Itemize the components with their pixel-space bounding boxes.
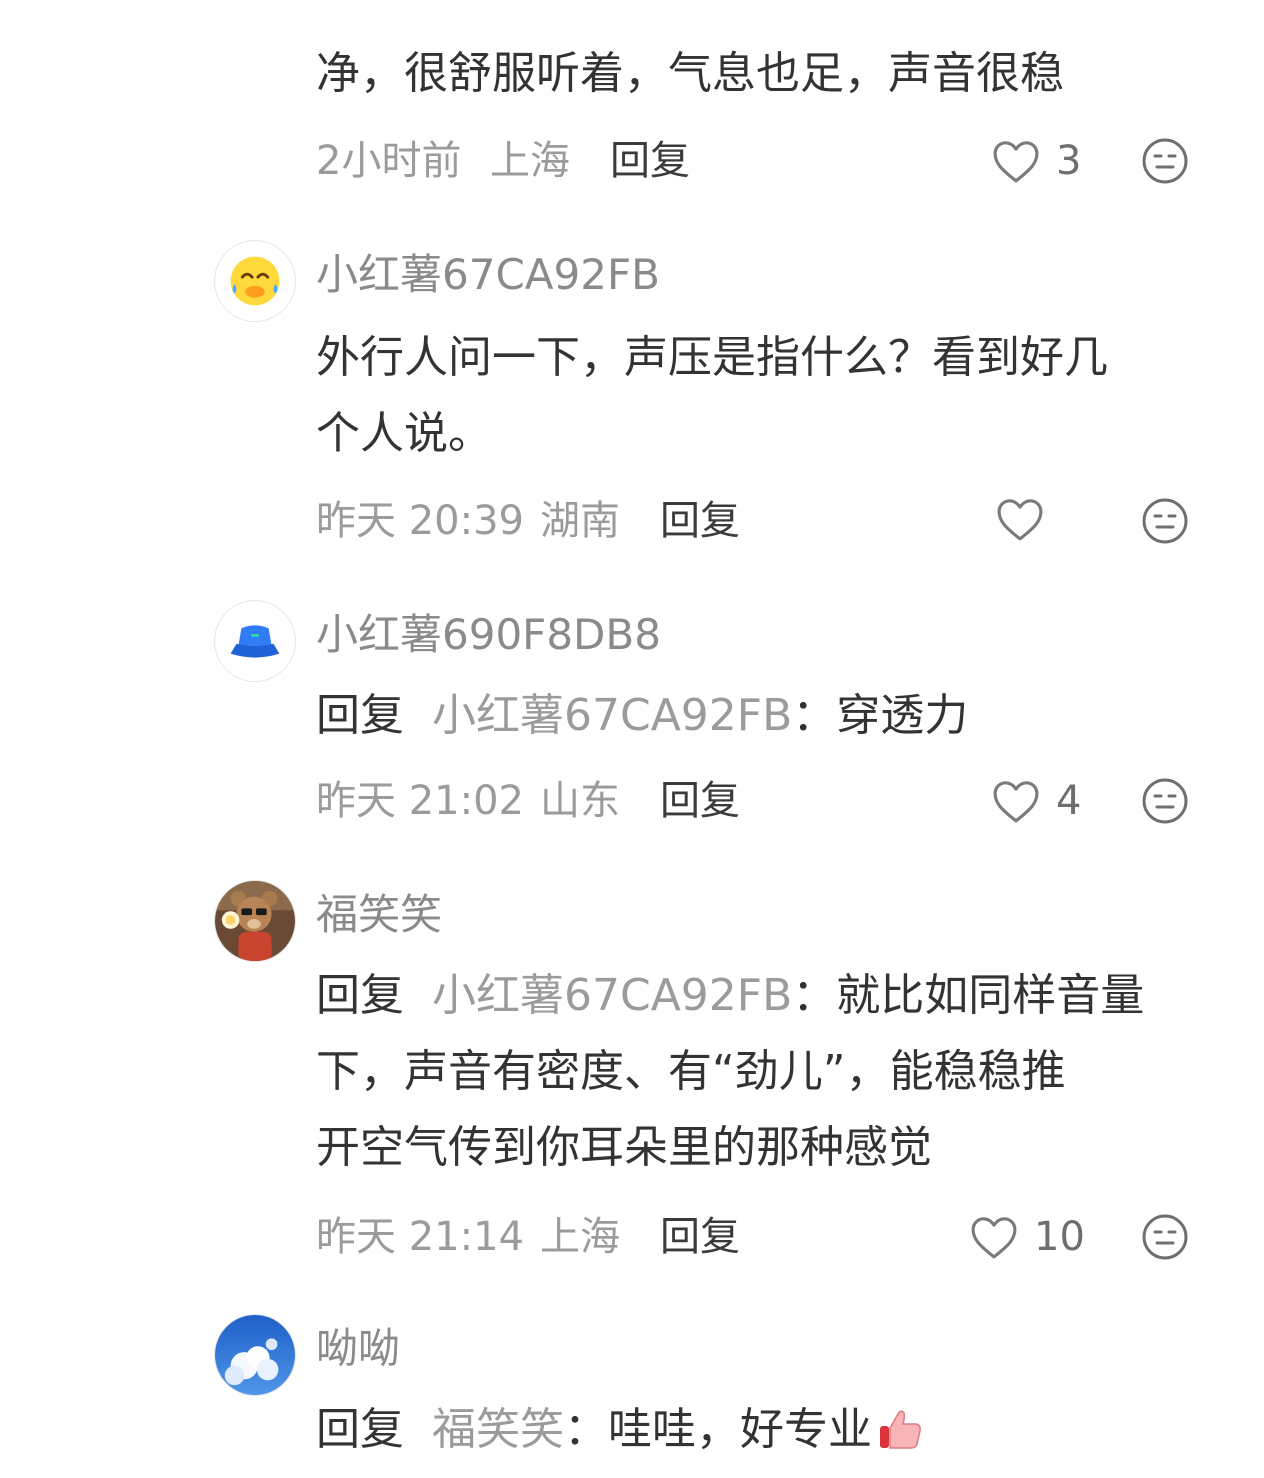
- laughing-face-emoji-icon: [230, 256, 280, 306]
- heart-icon: [968, 1214, 1020, 1260]
- comment-location: 上海: [540, 1214, 620, 1260]
- reply-body: 就比如同样音量: [836, 970, 1145, 1021]
- avatar[interactable]: [214, 600, 296, 682]
- comment-text: 回复 小红薯67CA92FB：穿透力: [316, 678, 968, 754]
- comment-text-line: 开空气传到你耳朵里的那种感觉: [316, 1122, 932, 1173]
- dislike-face-icon[interactable]: [1140, 776, 1190, 826]
- avatar[interactable]: [214, 1314, 296, 1396]
- dislike-face-icon[interactable]: [1140, 496, 1190, 546]
- avatar[interactable]: [214, 240, 296, 322]
- reply-body: 哇哇，好专业: [608, 1404, 872, 1455]
- like-button[interactable]: 10: [968, 1212, 1085, 1262]
- like-count: 3: [1056, 138, 1082, 184]
- heart-icon: [990, 138, 1042, 184]
- like-button[interactable]: 3: [990, 136, 1081, 186]
- blue-bucket-hat-icon: [230, 625, 280, 658]
- reply-prefix: 回复: [316, 970, 404, 1021]
- reply-button[interactable]: 回复: [660, 1212, 740, 1262]
- reply-colon: ：: [564, 1404, 608, 1455]
- bear-with-sunglasses-photo-icon: [215, 881, 295, 961]
- comment-text-line: 下，声音有密度、有“劲儿”，能稳稳推: [316, 1046, 1066, 1097]
- comment-time: 昨天 21:14: [316, 1214, 524, 1260]
- reply-button[interactable]: 回复: [610, 136, 690, 186]
- like-button[interactable]: 4: [990, 776, 1081, 826]
- reply-button[interactable]: 回复: [660, 776, 740, 826]
- blue-sky-cloud-photo-icon: [215, 1315, 295, 1395]
- comment-time: 昨天 21:02: [316, 778, 524, 824]
- like-button[interactable]: [994, 496, 1060, 542]
- comment-location: 上海: [490, 138, 570, 184]
- reply-colon: ：: [792, 690, 837, 741]
- comment-text: 净，很舒服听着，气息也足，声音很稳: [316, 48, 1064, 99]
- dislike-face-icon[interactable]: [1140, 136, 1190, 186]
- dislike-face-icon[interactable]: [1140, 1212, 1190, 1262]
- reply-target-username[interactable]: 小红薯67CA92FB: [432, 970, 792, 1021]
- heart-icon: [990, 778, 1042, 824]
- username[interactable]: 小红薯67CA92FB: [316, 250, 660, 300]
- reply-colon: ：: [792, 970, 837, 1021]
- reply-prefix: 回复: [316, 1404, 404, 1455]
- like-count: 10: [1034, 1214, 1085, 1260]
- reply-target-username[interactable]: 小红薯67CA92FB: [432, 690, 792, 741]
- reply-body: 穿透力: [836, 690, 969, 741]
- username[interactable]: 小红薯690F8DB8: [316, 610, 661, 660]
- reply-button[interactable]: 回复: [660, 496, 740, 546]
- thumbs-up-emoji-icon: [876, 1406, 924, 1452]
- comment-location: 山东: [540, 778, 620, 824]
- username[interactable]: 呦呦: [316, 1324, 400, 1374]
- comment-text: 回复 福笑笑：哇哇，好专业: [316, 1392, 924, 1468]
- comment-location: 湖南: [540, 498, 620, 544]
- reply-prefix: 回复: [316, 690, 404, 741]
- comment-time: 2小时前: [316, 138, 462, 184]
- heart-icon: [994, 496, 1046, 542]
- username[interactable]: 福笑笑: [316, 890, 442, 940]
- comment-time: 昨天 20:39: [316, 498, 524, 544]
- like-count: 4: [1056, 778, 1082, 824]
- comment-text-line: 个人说。: [316, 408, 492, 459]
- comment-text-line: 回复 小红薯67CA92FB：就比如同样音量: [316, 958, 1144, 1034]
- reply-target-username[interactable]: 福笑笑: [432, 1404, 564, 1455]
- comment-text-line: 外行人问一下，声压是指什么？看到好几: [316, 332, 1108, 383]
- avatar[interactable]: [214, 880, 296, 962]
